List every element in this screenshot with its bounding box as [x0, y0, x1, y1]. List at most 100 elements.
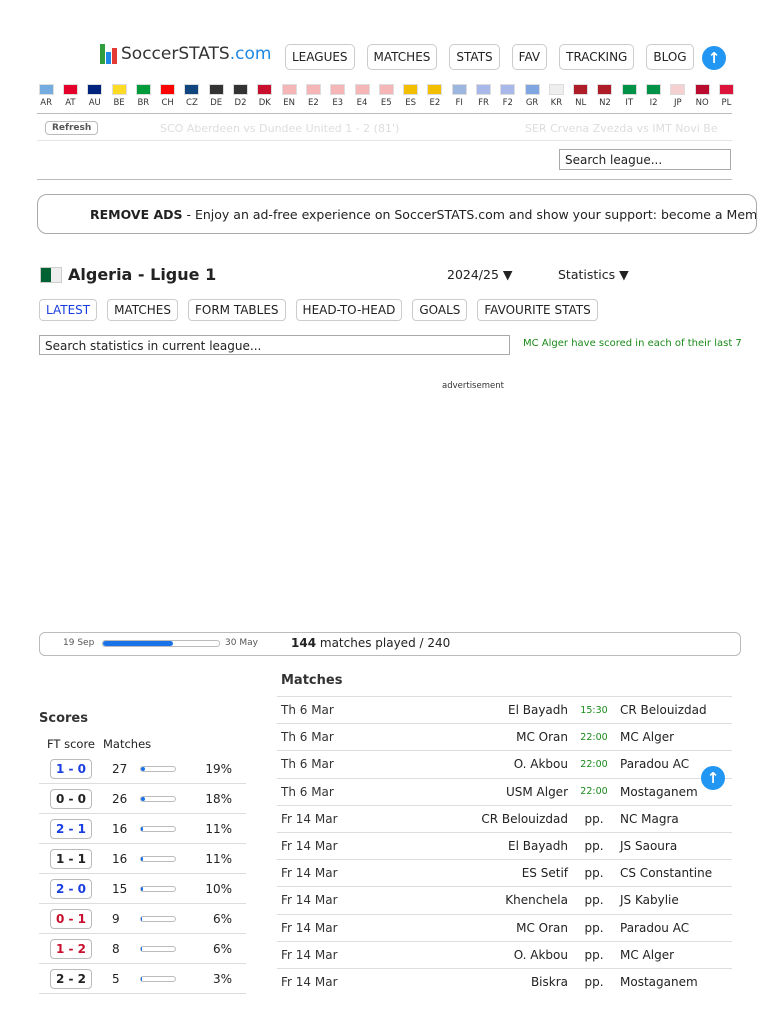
match-row[interactable]: Th 6 Mar El Bayadh 15:30 CR Belouizdad: [277, 695, 732, 724]
score-pill[interactable]: 1 - 2: [50, 938, 92, 959]
flag-link[interactable]: D2: [228, 84, 252, 108]
flag-link[interactable]: BR: [131, 84, 155, 108]
home-team[interactable]: MC Oran: [381, 913, 568, 942]
flag-link[interactable]: E4: [350, 84, 374, 108]
away-team[interactable]: MC Alger: [620, 723, 732, 751]
match-row[interactable]: Th 6 Mar USM Alger 22:00 Mostaganem: [277, 777, 732, 806]
season-select[interactable]: 2024/25 ▼: [447, 267, 513, 282]
scroll-up-icon[interactable]: ↑: [702, 46, 726, 70]
home-team[interactable]: USM Alger: [381, 777, 568, 806]
match-row[interactable]: Fr 14 Mar ES Setif pp. CS Constantine: [277, 859, 732, 887]
flag-link[interactable]: F2: [496, 84, 520, 108]
away-team[interactable]: MC Alger: [620, 940, 732, 969]
flag-link[interactable]: JP: [666, 84, 690, 108]
flag-link[interactable]: KR: [544, 84, 568, 108]
flag-link[interactable]: E2: [301, 84, 325, 108]
flag-icon: [403, 84, 419, 95]
flag-link[interactable]: AU: [83, 84, 107, 108]
score-percent: 19%: [190, 754, 246, 784]
away-team[interactable]: CR Belouizdad: [620, 695, 732, 724]
away-team[interactable]: Paradou AC: [620, 913, 732, 942]
logo-bars-icon: [100, 44, 117, 64]
logo[interactable]: Soccer STATS .com: [100, 44, 271, 64]
flag-link[interactable]: DE: [204, 84, 228, 108]
match-row[interactable]: Fr 14 Mar MC Oran pp. Paradou AC: [277, 913, 732, 942]
flag-link[interactable]: EN: [277, 84, 301, 108]
flag-link[interactable]: CH: [155, 84, 179, 108]
away-team[interactable]: CS Constantine: [620, 859, 732, 887]
home-team[interactable]: CR Belouizdad: [381, 804, 568, 833]
remove-ads-banner[interactable]: REMOVE ADS - Enjoy an ad-free experience…: [37, 194, 757, 234]
flag-link[interactable]: E3: [326, 84, 350, 108]
flag-link[interactable]: I2: [641, 84, 665, 108]
flag-link[interactable]: DK: [253, 84, 277, 108]
home-team[interactable]: MC Oran: [381, 723, 568, 751]
tab-favourite-stats[interactable]: FAVOURITE STATS: [477, 299, 598, 321]
score-pill[interactable]: 2 - 2: [50, 968, 92, 989]
match-row[interactable]: Th 6 Mar O. Akbou 22:00 Paradou AC: [277, 750, 732, 779]
flag-link[interactable]: AT: [58, 84, 82, 108]
flag-link[interactable]: NL: [569, 84, 593, 108]
match-row[interactable]: Th 6 Mar MC Oran 22:00 MC Alger: [277, 723, 732, 751]
stat-fact[interactable]: MC Alger have scored in each of their la…: [523, 338, 742, 349]
home-team[interactable]: El Bayadh: [381, 831, 568, 860]
match-row[interactable]: Fr 14 Mar Biskra pp. Mostaganem: [277, 967, 732, 996]
tab-head-to-head[interactable]: HEAD-TO-HEAD: [295, 299, 403, 321]
nav-matches[interactable]: MATCHES: [366, 44, 438, 70]
tab-goals[interactable]: GOALS: [412, 299, 468, 321]
flag-link[interactable]: FR: [471, 84, 495, 108]
refresh-button[interactable]: Refresh: [45, 121, 99, 135]
tab-matches[interactable]: MATCHES: [107, 299, 178, 321]
away-team[interactable]: JS Kabylie: [620, 886, 732, 914]
away-team[interactable]: Mostaganem: [620, 967, 732, 996]
match-row[interactable]: Fr 14 Mar O. Akbou pp. MC Alger: [277, 940, 732, 969]
away-team[interactable]: JS Saoura: [620, 831, 732, 860]
home-team[interactable]: Biskra: [381, 967, 568, 996]
flag-link[interactable]: ES: [398, 84, 422, 108]
flag-link[interactable]: GR: [520, 84, 544, 108]
search-league-input[interactable]: Search league...: [559, 149, 731, 170]
flag-link[interactable]: E2: [423, 84, 447, 108]
nav-blog[interactable]: BLOG: [646, 44, 694, 70]
match-row[interactable]: Fr 14 Mar El Bayadh pp. JS Saoura: [277, 831, 732, 860]
tab-latest[interactable]: LATEST: [39, 299, 98, 321]
flag-link[interactable]: IT: [617, 84, 641, 108]
away-team[interactable]: NC Magra: [620, 804, 732, 833]
home-team[interactable]: ES Setif: [381, 859, 568, 887]
flag-link[interactable]: FI: [447, 84, 471, 108]
flag-link[interactable]: E5: [374, 84, 398, 108]
flag-code: DK: [258, 98, 271, 108]
score-pill[interactable]: 0 - 1: [50, 908, 92, 929]
search-statistics-input[interactable]: Search statistics in current league...: [39, 335, 510, 355]
flag-link[interactable]: N2: [593, 84, 617, 108]
nav-leagues[interactable]: LEAGUES: [285, 44, 355, 70]
home-team[interactable]: El Bayadh: [381, 695, 568, 724]
score-pill[interactable]: 1 - 0: [50, 758, 92, 779]
home-team[interactable]: Khenchela: [381, 886, 568, 914]
flag-link[interactable]: CZ: [180, 84, 204, 108]
nav-stats[interactable]: STATS: [449, 44, 500, 70]
score-pill[interactable]: 2 - 0: [50, 878, 92, 899]
nav-fav[interactable]: FAV: [511, 44, 548, 70]
divider: [37, 113, 732, 114]
home-team[interactable]: O. Akbou: [381, 750, 568, 779]
flag-link[interactable]: PL: [714, 84, 738, 108]
home-team[interactable]: O. Akbou: [381, 940, 568, 969]
score-pill[interactable]: 2 - 1: [50, 818, 92, 839]
match-row[interactable]: Fr 14 Mar CR Belouizdad pp. NC Magra: [277, 804, 732, 833]
flag-link[interactable]: NO: [690, 84, 714, 108]
nav-tracking[interactable]: TRACKING: [559, 44, 635, 70]
scroll-up-icon[interactable]: ↑: [701, 766, 725, 790]
flag-link[interactable]: BE: [107, 84, 131, 108]
flag-link[interactable]: AR: [34, 84, 58, 108]
score-pill[interactable]: 1 - 1: [50, 848, 92, 869]
statistics-select[interactable]: Statistics ▼: [558, 267, 629, 282]
flag-icon: [354, 84, 370, 95]
live-ticker-item[interactable]: SER Crvena Zvezda vs IMT Novi Be: [525, 122, 718, 135]
score-pill[interactable]: 0 - 0: [50, 788, 92, 809]
match-row[interactable]: Fr 14 Mar Khenchela pp. JS Kabylie: [277, 886, 732, 914]
flag-code: PL: [721, 98, 732, 108]
live-ticker-item[interactable]: SCO Aberdeen vs Dundee United 1 - 2 (81'…: [160, 122, 399, 135]
divider: [37, 140, 732, 141]
tab-form-tables[interactable]: FORM TABLES: [187, 299, 286, 321]
